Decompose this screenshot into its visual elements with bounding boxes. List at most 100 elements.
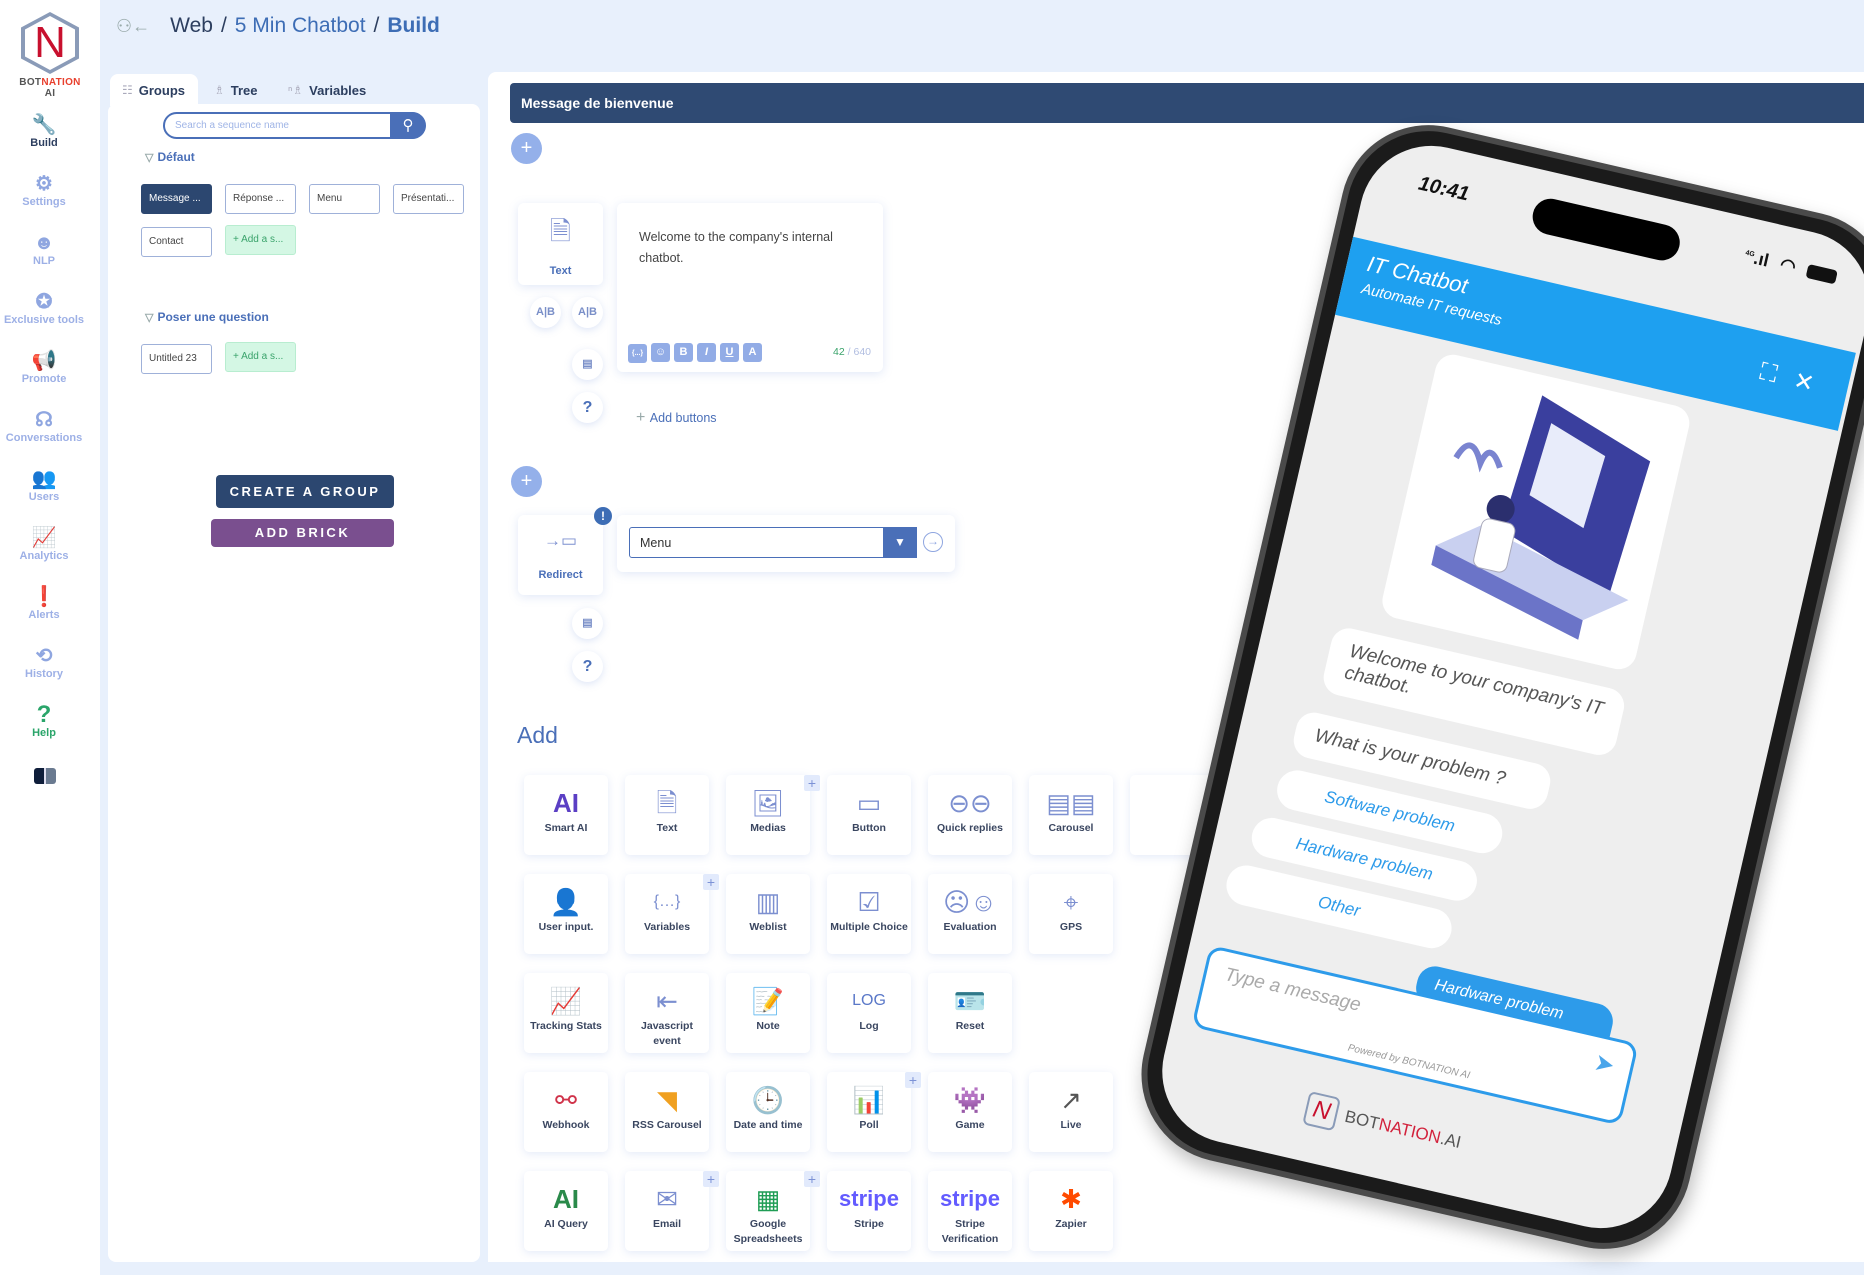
create-group-button[interactable]: CREATE A GROUP [216,475,394,508]
game-icon: 👾 [953,1085,987,1115]
brick-tile-live[interactable]: ↗ Live [1029,1072,1113,1152]
comment-icon[interactable]: ▤ [572,608,603,639]
analytics-icon: 📈 [31,527,57,549]
poll-icon: 📊 [852,1085,886,1115]
sidebar-item-alerts[interactable]: ❗ Alerts [0,585,88,621]
sequence-button[interactable]: Présentati... [393,184,464,214]
sequence-button[interactable]: Réponse ... [225,184,296,214]
brick-tile-reset[interactable]: 🪪 Reset [928,973,1012,1053]
add-buttons-link[interactable]: + Add buttons [636,409,717,427]
search-icon[interactable]: ⚲ [390,112,426,139]
sidebar-item-analytics[interactable]: 📈 Analytics [0,526,88,562]
brick-tile-ai-query[interactable]: AI AI Query [524,1171,608,1251]
group-title-defaut[interactable]: ▽ Défaut [145,150,195,164]
theme-toggle[interactable] [34,768,56,784]
sidebar-item-label: Settings [22,196,66,208]
sidebar-item-exclusive-tools[interactable]: ✪ Exclusive tools [0,290,88,326]
add-brick-button[interactable]: ADD BRICK [211,519,394,547]
plus-icon[interactable]: + [804,775,820,791]
breadcrumb-project[interactable]: 5 Min Chatbot [235,14,366,38]
help-icon[interactable]: ? [572,392,603,423]
send-icon[interactable]: ➤ [1591,1048,1618,1081]
tab-groups[interactable]: ☷ Groups [110,74,198,106]
sidebar-item-promote[interactable]: 📢 Promote [0,349,88,385]
brick-tile-log[interactable]: LOG Log [827,973,911,1053]
ab-test-add-icon[interactable]: A|B [530,297,561,328]
insert-brick-button[interactable]: + [511,466,542,497]
sequence-button[interactable]: Untitled 23 [141,344,212,374]
sidebar-item-conversations[interactable]: ☊ Conversations [0,408,88,444]
brick-tile-zapier[interactable]: ✱ Zapier [1029,1171,1113,1251]
plus-icon[interactable]: + [703,874,719,890]
user-input-icon: 👤 [549,887,583,917]
sidebar-item-help[interactable]: ? Help [0,703,88,740]
redirect-card: Menu ▼ → [617,515,955,572]
brick-tile-weblist[interactable]: ▥ Weblist [726,874,810,954]
brick-tile-carousel[interactable]: ▤▤ Carousel [1029,775,1113,855]
stripe-verification-icon: stripe [940,1186,1000,1211]
botnation-logo[interactable]: N BOTNATION AI [14,12,86,99]
chat-input[interactable]: Type a message ➤ Powered by BOTNATION AI [1191,944,1639,1126]
breadcrumb-root[interactable]: Web [170,14,213,38]
brick-tile-smart-ai[interactable]: AI Smart AI [524,775,608,855]
underline-button[interactable]: U [720,343,739,362]
sidebar-item-nlp[interactable]: ☻ NLP [0,231,88,267]
sidebar-item-settings[interactable]: ⚙ Settings [0,172,88,208]
tab-tree[interactable]: ♗ Tree [202,74,270,106]
brick-tile-javascript-event[interactable]: ⇤ Javascript event [625,973,709,1053]
group-title-poser-une-question[interactable]: ▽ Poser une question [145,310,269,324]
plus-icon[interactable]: + [703,1171,719,1187]
brick-tile-poll[interactable]: 📊 Poll + [827,1072,921,1152]
megaphone-icon: 📢 [31,350,57,372]
bold-button[interactable]: B [674,343,693,362]
brick-tile-variables[interactable]: {…} Variables + [625,874,719,954]
brick-tile-date-and-time[interactable]: 🕒 Date and time [726,1072,810,1152]
redirect-target-select[interactable]: Menu ▼ [629,526,917,558]
brick-tile-quick-replies[interactable]: ⊖⊖ Quick replies [928,775,1012,855]
plus-icon[interactable]: + [905,1072,921,1088]
go-to-sequence-icon[interactable]: → [923,532,943,552]
add-sequence-button[interactable]: + Add a s... [225,225,296,255]
help-icon[interactable]: ? [572,651,603,682]
brick-tile-multiple-choice[interactable]: ☑ Multiple Choice [827,874,911,954]
tab-variables[interactable]: ⁿ♗ Variables [276,74,378,106]
brick-tile-webhook[interactable]: ⚯ Webhook [524,1072,608,1152]
sidebar-item-users[interactable]: 👥 Users [0,467,88,503]
search-input[interactable]: Search a sequence name [163,112,425,139]
brick-tile-gps[interactable]: ⌖ GPS [1029,874,1113,954]
brick-tile-medias[interactable]: 🖼 Medias + [726,775,820,855]
emoji-button[interactable]: ☺ [651,343,670,362]
text-brick-type[interactable]: 🗎 Text [518,203,603,285]
brick-tile-rss-carousel[interactable]: ◥ RSS Carousel [625,1072,709,1152]
brick-tile-button[interactable]: ▭ Button [827,775,911,855]
add-sequence-button[interactable]: + Add a s... [225,342,296,372]
group-title-text: Défaut [157,150,195,164]
text-editor[interactable]: Welcome to the company's internal chatbo… [639,227,839,269]
ab-test-ai-icon[interactable]: A|B [572,297,603,328]
sidebar-item-history[interactable]: ⟲ History [0,644,88,680]
add-section-title: Add [517,722,558,748]
italic-button[interactable]: I [697,343,716,362]
brick-tile-tracking-stats[interactable]: 📈 Tracking Stats [524,973,608,1053]
insert-brick-button[interactable]: + [511,133,542,164]
comment-icon[interactable]: ▤ [572,349,603,380]
sequence-button[interactable]: Menu [309,184,380,214]
brick-tile-text[interactable]: 🗎 Text [625,775,709,855]
back-arrow-icon[interactable]: ⚇← [116,16,150,37]
text-color-button[interactable]: A [743,343,762,362]
brick-tile-stripe-verification[interactable]: stripe Stripe Verification [928,1171,1012,1251]
plus-icon[interactable]: + [804,1171,820,1187]
brick-tile-user-input[interactable]: 👤 User input. [524,874,608,954]
redirect-brick-type[interactable]: →▭ Redirect [518,515,603,595]
brick-tile-evaluation[interactable]: ☹☺ Evaluation [928,874,1012,954]
brick-tile-game[interactable]: 👾 Game [928,1072,1012,1152]
sequence-button[interactable]: Contact [141,227,212,257]
brick-tile-stripe[interactable]: stripe Stripe [827,1171,911,1251]
variable-insert-button[interactable]: {...} [628,344,647,363]
sidebar-item-build[interactable]: 🔧 Build [0,113,88,149]
sidebar-item-label: Promote [21,373,67,385]
brick-tile-email[interactable]: ✉ Email + [625,1171,719,1251]
brick-tile-google-spreadsheets[interactable]: ▦ Google Spreadsheets + [726,1171,820,1251]
brick-tile-note[interactable]: 📝 Note [726,973,810,1053]
sequence-button[interactable]: Message ... [141,184,212,214]
